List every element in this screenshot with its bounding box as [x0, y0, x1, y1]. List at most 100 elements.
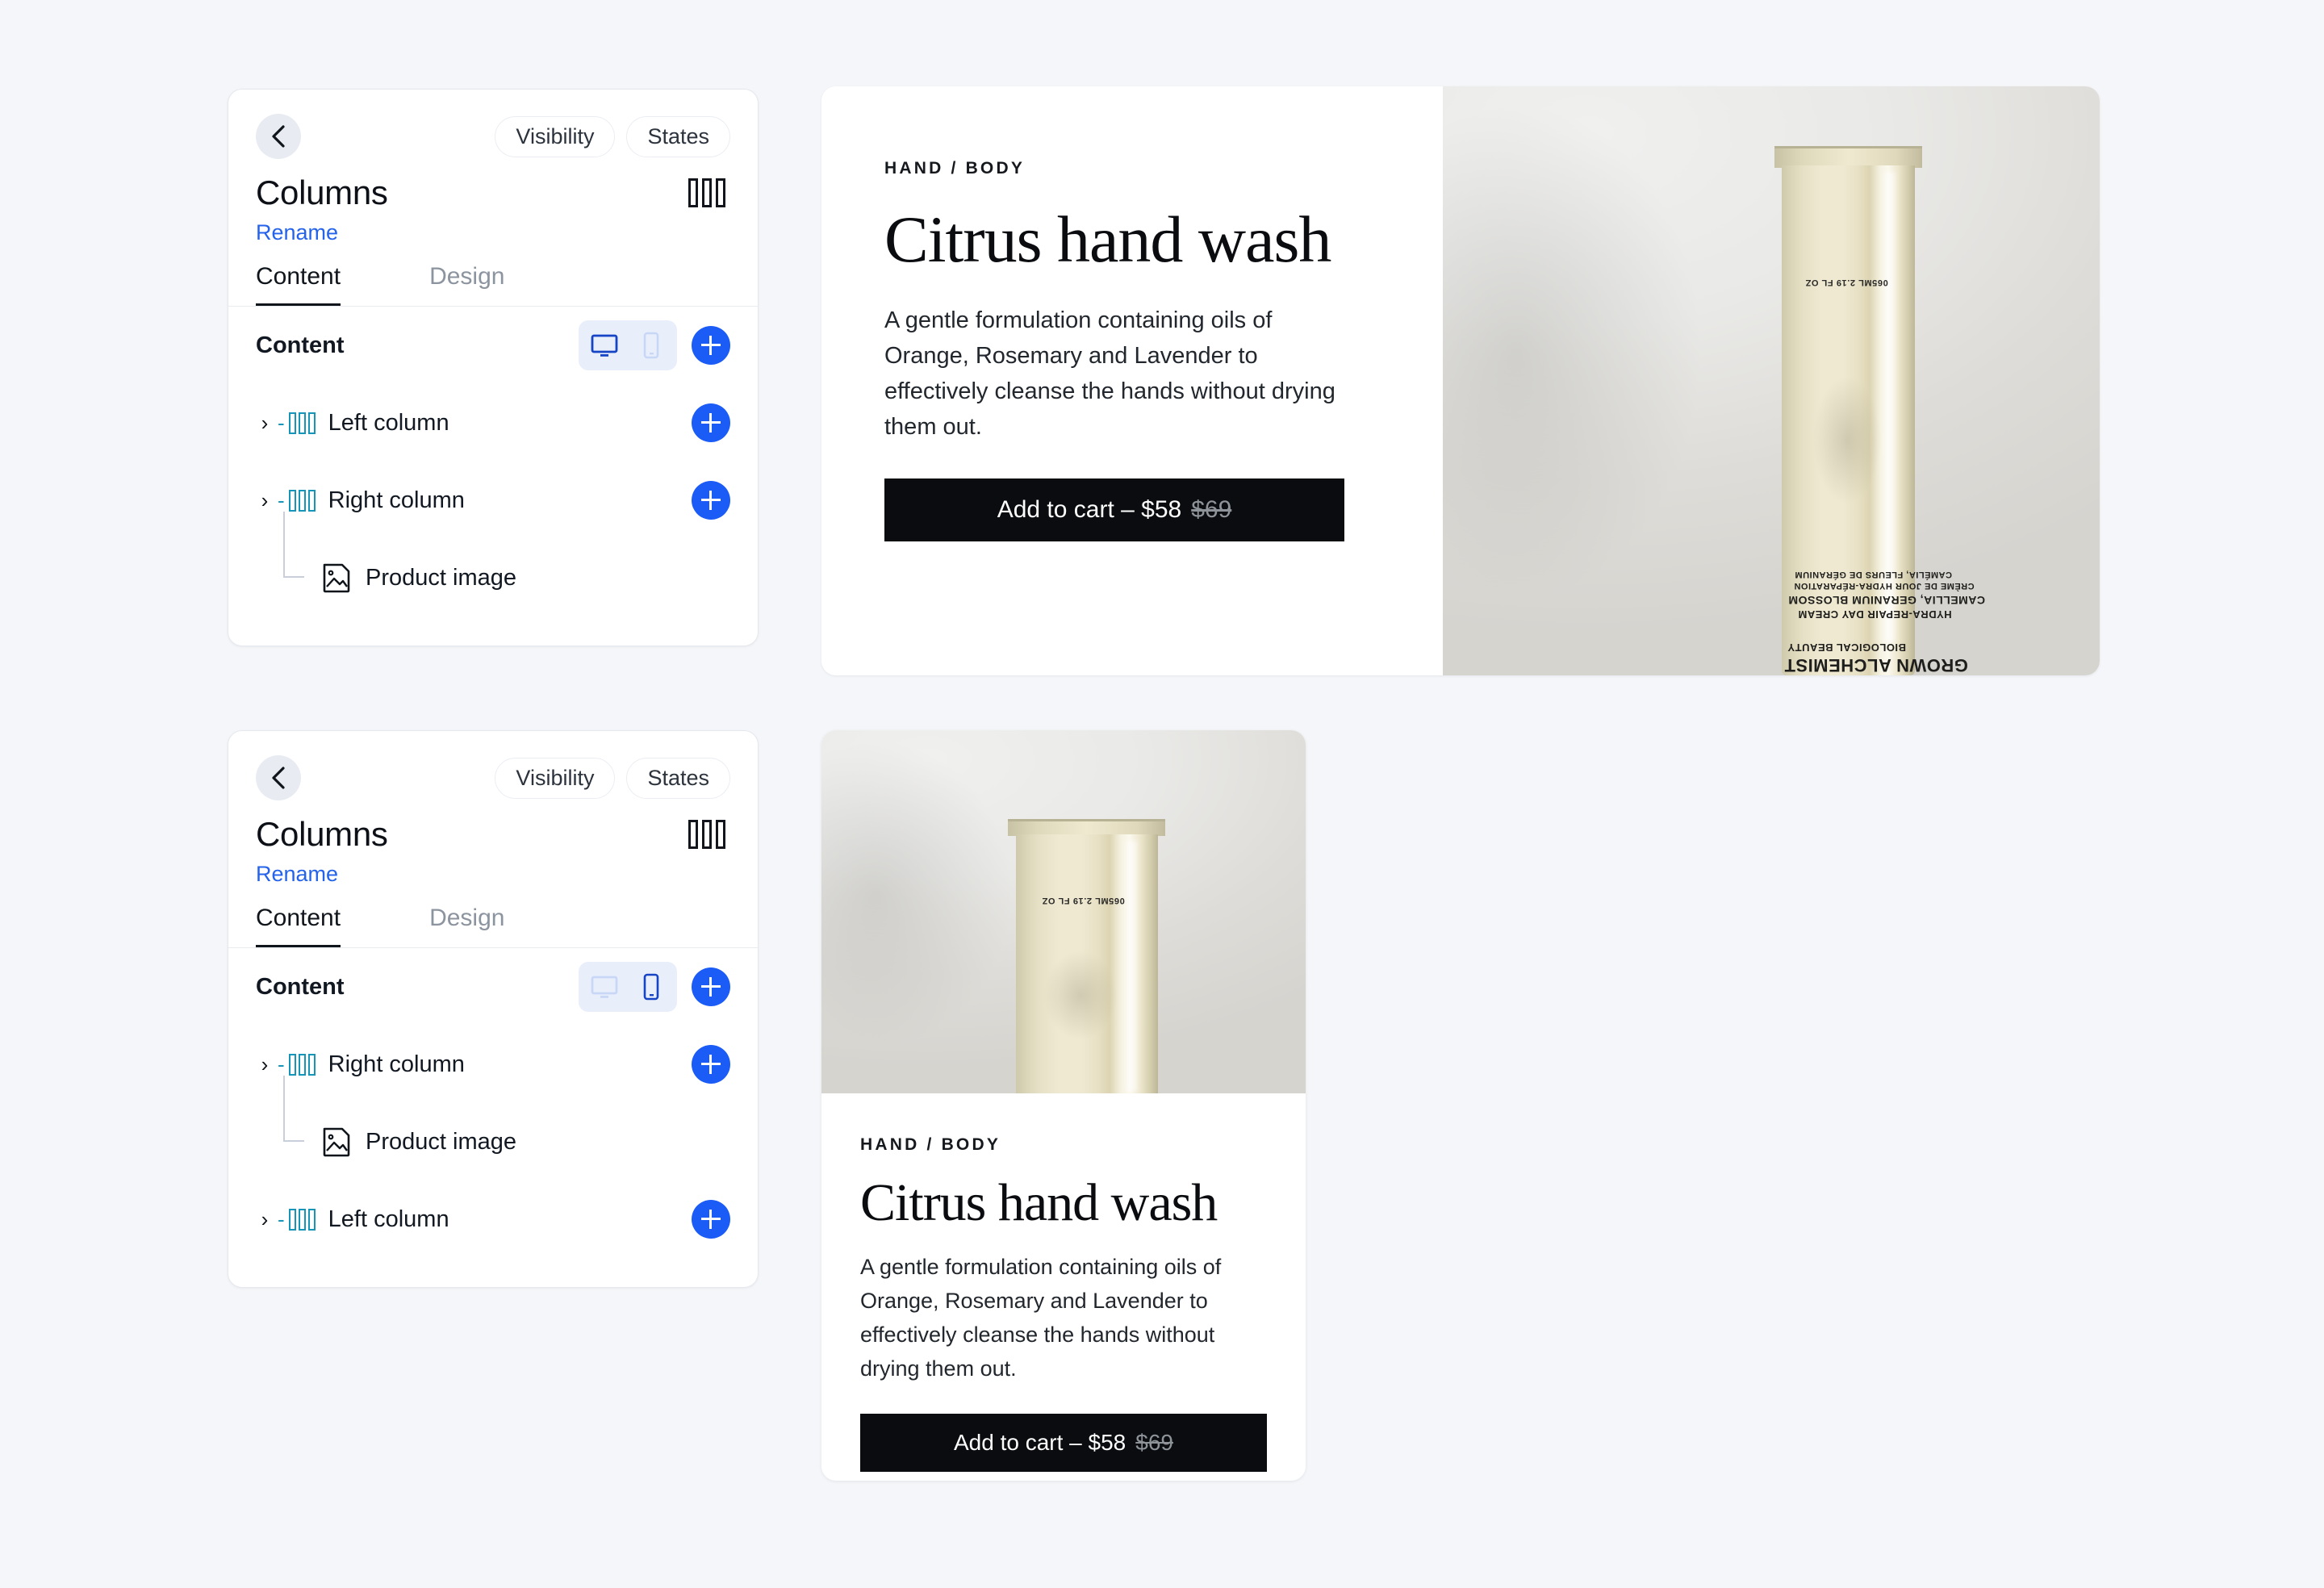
tree-row-product-image[interactable]: Product image [256, 1076, 730, 1181]
tube-dent [1804, 351, 1890, 529]
tab-content[interactable]: Content [256, 905, 341, 947]
tube-line-2: CAMELLIA, GERANIUM BLOSSOM [1788, 594, 1986, 608]
image-icon [320, 562, 353, 594]
tree-row-left-column[interactable]: › - Left column [256, 384, 730, 462]
tube-volume-text: 065ML 2.19 FL OZ [1805, 278, 1889, 288]
tab-design[interactable]: Design [429, 905, 504, 947]
product-description: A gentle formulation containing oils of … [884, 307, 1335, 440]
expand-caret[interactable]: › [256, 490, 274, 511]
expand-caret[interactable]: › [256, 412, 274, 433]
product-photo-mobile: 065ML 2.19 FL OZ [821, 730, 1306, 1093]
tree-row-product-image[interactable]: Product image [256, 512, 730, 616]
product-text-column: HAND / BODY Citrus hand wash A gentle fo… [821, 1093, 1306, 1472]
states-button[interactable]: States [626, 115, 730, 157]
page-title: Columns [256, 173, 388, 211]
panel-header-row: Visibility States [256, 114, 730, 159]
cart-old-price: $69 [1135, 1429, 1173, 1455]
tube-volume-text: 065ML 2.19 FL OZ [1042, 895, 1125, 905]
plus-icon [701, 336, 721, 355]
plus-icon [701, 1055, 721, 1074]
product-eyebrow: HAND / BODY [884, 159, 1026, 178]
panel-title-row: Columns [256, 173, 730, 212]
product-description: A gentle formulation containing oils of … [860, 1255, 1222, 1381]
breakpoint-switcher [579, 962, 677, 1012]
add-content-button[interactable] [692, 326, 730, 365]
panel-header: Visibility States Columns Rename Content… [228, 90, 758, 306]
rename-link[interactable]: Rename [256, 862, 338, 887]
cart-old-price: $69 [1191, 495, 1232, 523]
phone-icon[interactable] [630, 969, 672, 1005]
states-button[interactable]: States [626, 757, 730, 799]
tree-row-label: Right column [328, 1051, 465, 1077]
tree-header: Content [256, 948, 730, 1026]
image-icon [320, 1126, 353, 1158]
tube-highlight [1124, 841, 1141, 1092]
tree-row-label: Left column [328, 409, 449, 436]
expand-caret[interactable]: › [256, 1209, 274, 1230]
columns-icon [288, 1208, 316, 1231]
row-dash: - [278, 1051, 285, 1076]
row-dash: - [278, 487, 285, 512]
add-child-button[interactable] [692, 1200, 730, 1239]
panel-title-row: Columns [256, 815, 730, 854]
row-dash: - [278, 410, 285, 435]
chevron-left-icon [270, 765, 287, 791]
panel-tabs: Content Design [256, 905, 730, 947]
visibility-button[interactable]: Visibility [495, 115, 616, 157]
product-title: Citrus hand wash [860, 1173, 1218, 1232]
tree-connector [283, 512, 320, 616]
product-title: Citrus hand wash [884, 203, 1331, 276]
tree-row-label: Product image [366, 1128, 516, 1155]
page-title: Columns [256, 815, 388, 853]
monitor-icon[interactable] [583, 328, 625, 363]
tree-header: Content [256, 307, 730, 384]
columns-icon [688, 178, 730, 207]
plus-icon [701, 977, 721, 997]
phone-icon[interactable] [630, 328, 672, 363]
product-preview-desktop: HAND / BODY Citrus hand wash A gentle fo… [821, 86, 2100, 675]
back-button[interactable] [256, 755, 301, 800]
tree-row-right-column[interactable]: › - Right column [256, 462, 730, 539]
cart-price-label: Add to cart – $58 [954, 1429, 1126, 1455]
visibility-button[interactable]: Visibility [495, 757, 616, 799]
tab-content[interactable]: Content [256, 263, 341, 306]
tube-brand-sub: BIOLOGICAL BEAUTY [1787, 641, 1906, 654]
cart-price-label: Add to cart – $58 [997, 495, 1182, 523]
panel-header-row: Visibility States [256, 755, 730, 800]
columns-panel-mobile: Visibility States Columns Rename Content… [228, 730, 759, 1288]
product-preview-mobile: 065ML 2.19 FL OZ HAND / BODY Citrus hand… [821, 730, 1306, 1481]
breakpoint-switcher [579, 320, 677, 370]
tab-design[interactable]: Design [429, 263, 504, 306]
tree-row-label: Product image [366, 564, 516, 591]
tree-row-left-column[interactable]: › - Left column [256, 1181, 730, 1258]
product-eyebrow: HAND / BODY [860, 1135, 1001, 1154]
product-photo-desktop: 065ML 2.19 FL OZ BIOLOGICAL BEAUTY GROWN… [1443, 86, 2100, 675]
panel-tabs: Content Design [256, 263, 730, 306]
monitor-icon[interactable] [583, 969, 625, 1005]
tree-row-label: Right column [328, 487, 465, 513]
product-text-column: HAND / BODY Citrus hand wash A gentle fo… [821, 86, 1443, 675]
add-content-button[interactable] [692, 967, 730, 1006]
add-child-button[interactable] [692, 403, 730, 442]
columns-icon [288, 489, 316, 512]
add-to-cart-button[interactable]: Add to cart – $58 $69 [884, 478, 1344, 541]
layer-tree: Content [228, 307, 758, 646]
rename-link[interactable]: Rename [256, 220, 338, 245]
add-child-button[interactable] [692, 481, 730, 520]
tree-row-label: Left column [328, 1206, 449, 1232]
columns-icon [288, 1053, 316, 1076]
app-canvas: Visibility States Columns Rename Content… [0, 0, 2324, 1588]
add-child-button[interactable] [692, 1045, 730, 1084]
columns-panel-desktop: Visibility States Columns Rename Content… [228, 89, 759, 646]
layer-tree: Content [228, 948, 758, 1287]
tube-line-4: CAMÉLIA, FLEURS DE GÉRANIUM [1795, 570, 1953, 580]
add-to-cart-button[interactable]: Add to cart – $58 $69 [860, 1413, 1267, 1472]
chevron-left-icon [270, 123, 287, 149]
back-button[interactable] [256, 114, 301, 159]
tree-connector [283, 1076, 320, 1181]
expand-caret[interactable]: › [256, 1054, 274, 1075]
tree-row-right-column[interactable]: › - Right column [256, 1026, 730, 1103]
tube-brand-name: GROWN ALCHEMIST [1784, 654, 1969, 675]
tree-header-controls [579, 320, 730, 370]
row-dash: - [278, 1206, 285, 1231]
